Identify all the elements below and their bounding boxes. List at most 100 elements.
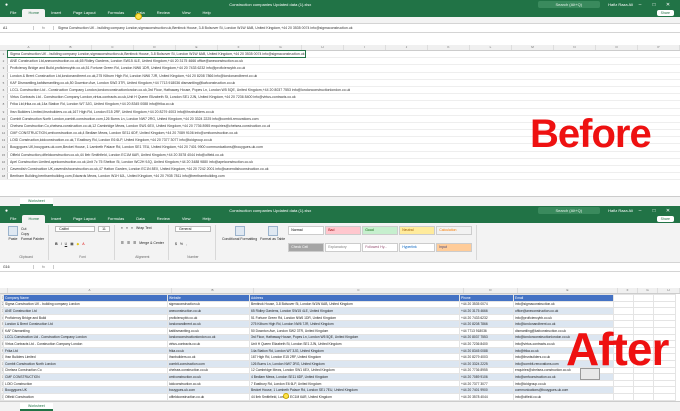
row-number[interactable]: 8 [0,101,8,108]
cell-widget[interactable] [580,368,600,380]
column-header-k[interactable]: K [428,45,470,50]
table-cell[interactable] [653,307,676,315]
maximize-icon[interactable]: □ [647,208,661,214]
tab-data[interactable]: Data [130,215,150,223]
table-cell[interactable] [653,386,676,394]
column-header-d[interactable]: D [464,288,518,293]
cell-style-bad[interactable]: Bad [325,226,362,235]
header-cell[interactable] [633,294,654,302]
share-button[interactable]: Share [656,216,674,222]
column-header-n[interactable]: N [554,45,596,50]
format-as-table-button[interactable]: Format as Table [260,226,285,259]
underline-button[interactable]: U [65,242,68,246]
table-cell[interactable]: Sigma Construction UK - building company… [3,300,168,309]
tab-help[interactable]: Help [196,215,216,223]
wrap-text-button[interactable]: Wrap Text [136,226,152,230]
column-header-f[interactable]: F [218,45,260,50]
table-cell[interactable]: LOID Construction [3,379,168,388]
name-box[interactable]: A1 [0,26,34,30]
table-cell[interactable]: virtus-contracts.co.uk [167,340,250,348]
header-cell[interactable]: Address [249,294,460,302]
table-cell[interactable]: Frika Ltd [3,346,168,355]
table-cell[interactable]: 167 High Rd, London E15 2RF, United King… [249,353,460,361]
cell-style-followed-hy-[interactable]: Followed Hy... [362,243,399,252]
minimize-icon[interactable]: – [633,208,647,214]
table-cell[interactable] [613,313,634,322]
table-cell[interactable]: proficiencybb.co.uk [167,313,250,322]
borders-icon[interactable]: ▦ [70,242,73,246]
comma-icon[interactable]: , [186,242,187,246]
table-cell[interactable]: +44 20 3175 4666 [459,307,514,315]
cell-a[interactable]: Olfield Construction,olfieldconstruction… [8,152,224,158]
cell-a[interactable]: Sigma Construction UK - building company… [7,49,306,59]
cut-button[interactable]: Cut [21,227,44,231]
tab-review[interactable]: Review [151,9,176,17]
table-cell[interactable] [613,307,634,315]
table-cell[interactable]: info@sigmaconstruction.uk [513,300,614,309]
cell-style-input[interactable]: Input [436,243,473,252]
sheet-tab[interactable]: Worksheet [20,197,53,206]
table-cell[interactable]: +44 20 7736 8955 [459,366,514,375]
table-cell[interactable]: ihsnbuilders.co.uk [167,353,250,361]
cell-a[interactable]: Bougygues UK,bouygues-uk.com,Becket Hous… [8,144,263,150]
column-header-d[interactable]: D [134,45,176,50]
header-cell[interactable]: Website [167,294,250,302]
column-header-c[interactable]: C [254,288,464,293]
align-top-icon[interactable]: ≡ [121,226,123,230]
cell-a[interactable]: LCCL Construction Ltd - Construction Com… [8,87,350,93]
font-name-select[interactable]: Calibri [55,226,96,232]
table-cell[interactable]: sigmaconstruction.uk [167,300,250,309]
table-cell[interactable]: combit-construction.com [167,359,250,368]
column-header-c[interactable]: C [92,45,134,50]
table-cell[interactable]: +44 20 8345 0088 [459,346,514,355]
table-cell[interactable]: info@olfield.co.uk [513,392,614,401]
table-cell[interactable]: 14a Station Rd, London W7 3JG, United Ki… [249,346,460,355]
table-cell[interactable]: +44 20 8279 4003 [459,353,514,361]
table-cell[interactable]: olfieldconstruction.co.uk [167,392,250,401]
table-cell[interactable]: 275 Kilburn High Rd, London NW6 7JR, Uni… [249,320,460,328]
corner-cell[interactable] [0,288,8,293]
row-number[interactable]: 6 [0,86,8,94]
table-cell[interactable]: communications@bouygues-uk.com [513,386,614,394]
header-cell[interactable]: Phone [459,294,514,302]
table-cell[interactable] [613,392,634,401]
table-cell[interactable]: +44 20 7433 6232 [459,313,514,322]
table-cell[interactable]: +44 20 3578 4044 [459,392,514,401]
align-left-icon[interactable]: ☰ [121,241,124,245]
cell-a[interactable]: CMF CONSTRUCTION,cmfconstruction.co.uk,4… [8,130,238,136]
table-cell[interactable] [633,300,654,309]
table-cell[interactable]: Combit Construction North London [3,359,168,368]
row-number[interactable]: 13 [0,137,8,144]
cell-style-explanatory[interactable]: Explanatory [325,243,362,252]
currency-icon[interactable]: $ [175,242,177,246]
row-number[interactable]: 11 [0,122,8,130]
bold-button[interactable]: B [55,242,58,246]
row-number[interactable]: 2 [0,58,8,65]
table-cell[interactable]: +44 7713 918036 [459,326,514,335]
column-header-b[interactable]: B [172,288,254,293]
table-cell[interactable]: bouygues-uk.com [167,386,250,394]
align-bottom-icon[interactable]: ≡ [131,226,133,230]
cell-style-normal[interactable]: Normal [288,226,325,235]
font-color-icon[interactable]: A [82,242,84,246]
table-cell[interactable] [653,392,676,401]
search-input[interactable]: Search (Alt+Q) [537,207,601,214]
cell-a[interactable]: Combit Construction North London,combit-… [8,116,259,122]
formula-input[interactable]: Sigma Construction UK - building company… [54,26,353,30]
cell-a[interactable]: Virtus Contracts Ltd - Construction Comp… [8,94,296,100]
cell-style-calculation[interactable]: Calculation [436,226,473,235]
cell-style-hyperlink[interactable]: Hyperlink [399,243,436,252]
table-cell[interactable]: 51 Fortune Green Rd, London NW6 1DR, Uni… [249,313,460,322]
fx-icon[interactable]: fx [34,265,54,269]
table-cell[interactable]: info@loidgroup.co.uk [513,379,614,388]
cell-a[interactable]: Ihsn Builders Limited,ihsnbuilders.co.uk… [8,109,214,115]
column-header-p[interactable]: P [638,45,680,50]
column-header-a[interactable]: A [8,45,50,50]
row-number[interactable]: 1 [0,51,8,58]
merge-center-button[interactable]: Merge & Center [139,241,164,245]
table-cell[interactable]: 12 Cambridge Mews, London SW1 6EX, Unite… [249,366,460,375]
table-cell[interactable] [633,307,654,315]
header-cell[interactable] [653,294,676,302]
autosave-icon[interactable]: ● [5,208,8,214]
tab-insert[interactable]: Insert [45,215,67,223]
